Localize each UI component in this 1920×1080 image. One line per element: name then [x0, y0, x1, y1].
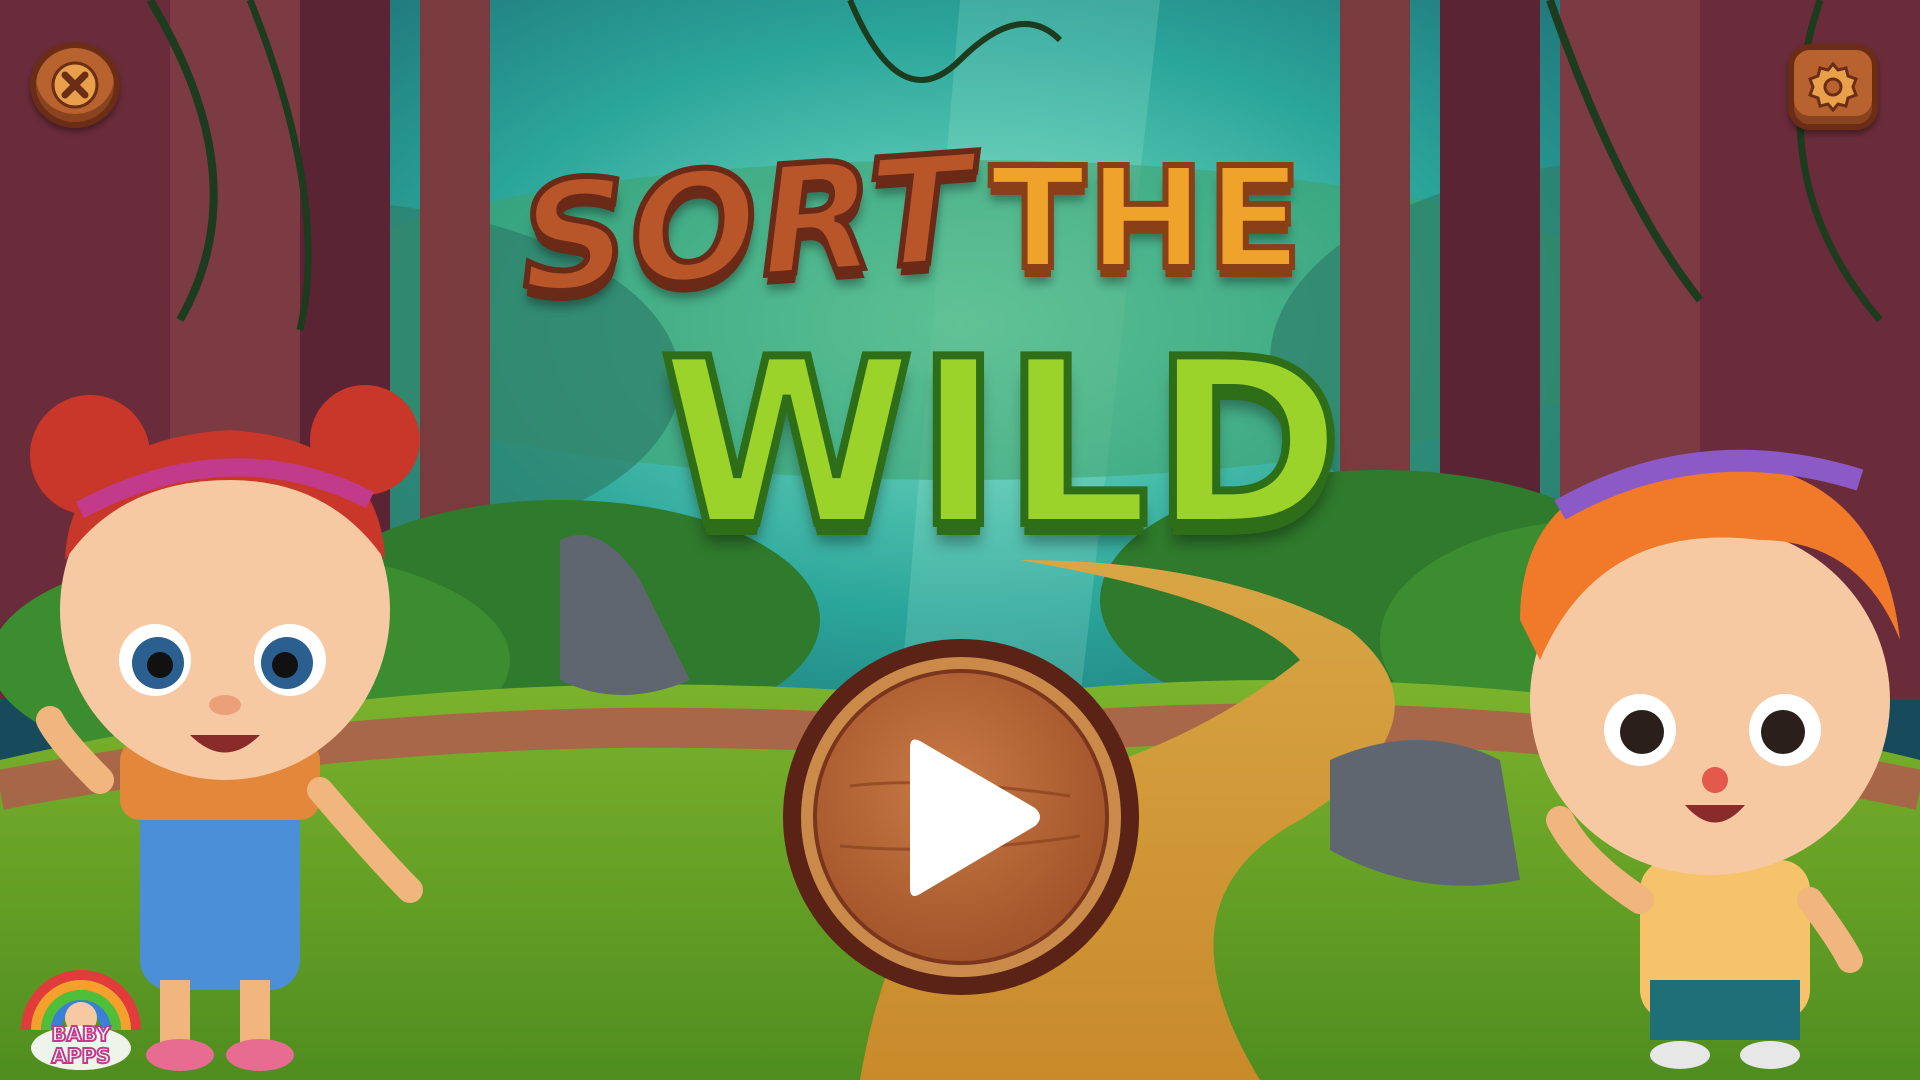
- close-button[interactable]: [30, 42, 120, 128]
- settings-button[interactable]: [1788, 44, 1878, 130]
- close-x-icon: [51, 61, 99, 109]
- baby-apps-logo: BABY APPS: [16, 940, 146, 1070]
- logo-text-apps: APPS: [50, 1043, 111, 1069]
- title-word-sort: SORT: [511, 119, 983, 330]
- gear-icon: [1808, 61, 1858, 113]
- logo-text-baby: BABY: [50, 1021, 111, 1047]
- title-word-wild: WILD: [656, 311, 1347, 578]
- play-button[interactable]: [780, 636, 1142, 998]
- title-word-the: THE: [987, 138, 1305, 301]
